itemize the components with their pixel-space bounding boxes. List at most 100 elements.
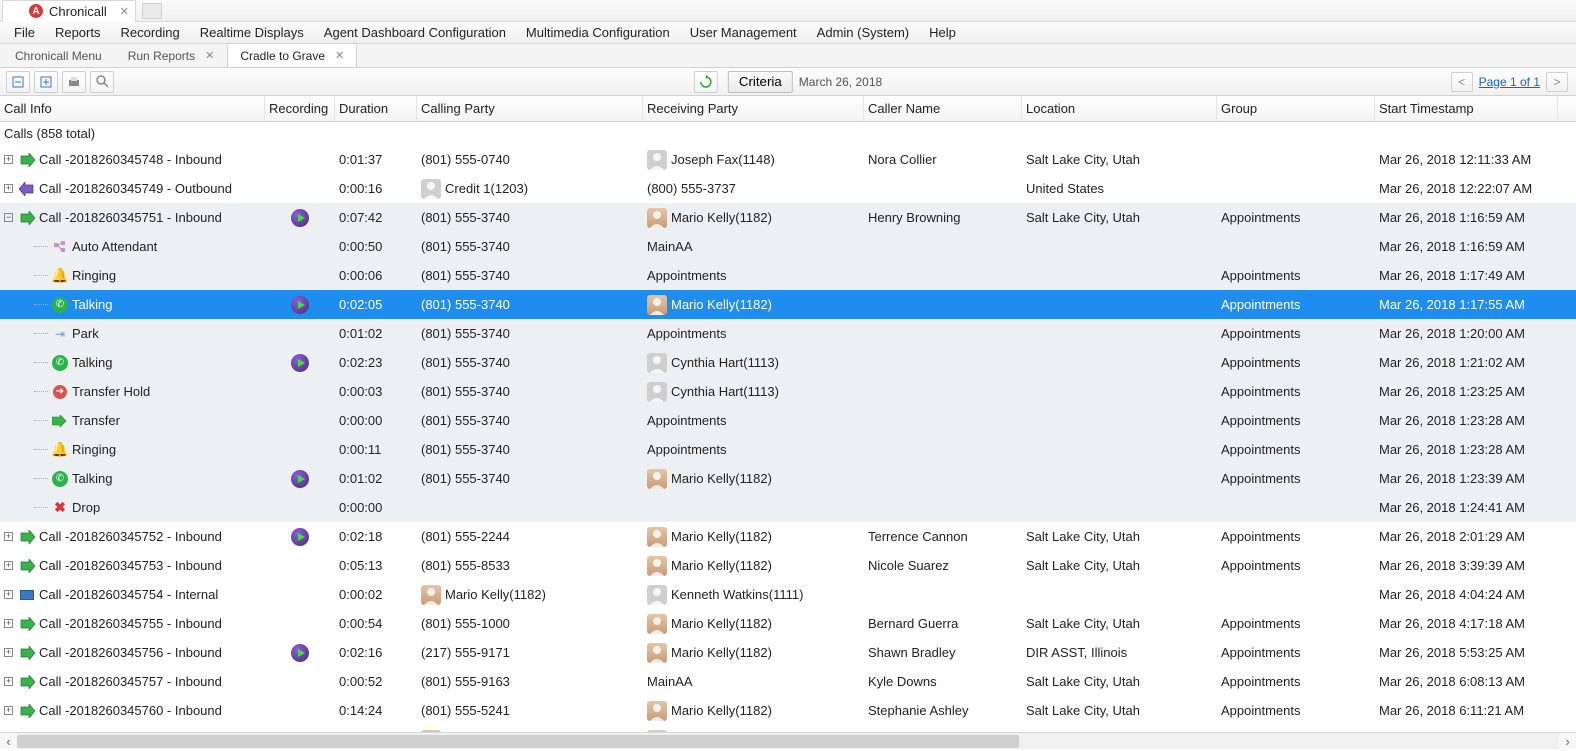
document-tab[interactable]: Chronicall Menu [2, 43, 115, 67]
scroll-thumb[interactable] [17, 735, 1019, 748]
timestamp-value: Mar 26, 2018 1:16:59 AM [1379, 239, 1525, 254]
duration-value: 0:01:02 [339, 326, 382, 341]
event-row[interactable]: 🔔Ringing0:00:06(801) 555-3740Appointment… [0, 261, 1576, 290]
call-row[interactable]: +Call -2018260345757 - Inbound0:00:52(80… [0, 667, 1576, 696]
timestamp-value: Mar 26, 2018 1:20:00 AM [1379, 326, 1525, 341]
calling-party-value: (801) 555-9163 [421, 674, 510, 689]
play-recording-button[interactable] [291, 644, 309, 662]
column-header[interactable]: Call Info [0, 96, 265, 121]
duration-value: 0:00:11 [339, 442, 381, 457]
column-header[interactable]: Duration [335, 96, 417, 121]
timestamp-value: Mar 26, 2018 1:23:28 AM [1379, 413, 1525, 428]
expand-toggle[interactable]: + [4, 590, 13, 599]
expand-toggle[interactable]: + [4, 619, 13, 628]
menu-item[interactable]: Help [919, 25, 966, 40]
app-title: Chronicall [49, 4, 107, 19]
expand-toggle[interactable]: + [4, 155, 13, 164]
call-row[interactable]: +Call -2018260345755 - Inbound0:00:54(80… [0, 609, 1576, 638]
column-header[interactable]: Location [1022, 96, 1217, 121]
scroll-left-icon[interactable]: ‹ [0, 733, 17, 750]
print-button[interactable] [62, 71, 86, 93]
menu-item[interactable]: Agent Dashboard Configuration [314, 25, 516, 40]
call-info-label: Call -2018260345748 - Inbound [39, 152, 222, 167]
call-row[interactable]: +Call -2018260345752 - Inbound0:02:18(80… [0, 522, 1576, 551]
page-indicator[interactable]: Page 1 of 1 [1479, 75, 1540, 89]
call-row[interactable]: +Call -2018260345748 - Inbound0:01:37(80… [0, 145, 1576, 174]
column-header[interactable]: Caller Name [864, 96, 1022, 121]
call-row[interactable]: +Call -2018260345754 - Internal0:00:02Ma… [0, 580, 1576, 609]
expand-toggle[interactable]: + [4, 677, 13, 686]
outbound-icon [19, 181, 35, 197]
scroll-right-icon[interactable]: › [1559, 733, 1576, 750]
next-page-button[interactable]: > [1546, 72, 1568, 92]
scroll-track[interactable] [17, 733, 1559, 750]
document-tab[interactable]: Cradle to Grave✕ [227, 43, 357, 67]
location-value: Salt Lake City, Utah [1026, 703, 1140, 718]
call-row[interactable]: +Call -2018260345756 - Inbound0:02:16(21… [0, 638, 1576, 667]
menu-item[interactable]: Realtime Displays [190, 25, 314, 40]
play-recording-button[interactable] [291, 354, 309, 372]
event-row[interactable]: ✆Talking0:02:23(801) 555-3740Cynthia Har… [0, 348, 1576, 377]
event-row[interactable]: ➔Transfer Hold0:00:03(801) 555-3740Cynth… [0, 377, 1576, 406]
menu-item[interactable]: Recording [110, 25, 189, 40]
timestamp-value: Mar 26, 2018 5:53:25 AM [1379, 645, 1525, 660]
event-row[interactable]: Transfer0:00:00(801) 555-3740Appointment… [0, 406, 1576, 435]
call-row[interactable]: +Call -2018260345760 - Inbound0:14:24(80… [0, 696, 1576, 725]
menu-item[interactable]: File [4, 25, 45, 40]
app-tab[interactable]: A Chronicall ✕ [2, 0, 136, 22]
search-button[interactable] [90, 71, 114, 93]
group-value: Appointments [1221, 674, 1301, 689]
expand-toggle[interactable]: + [4, 532, 13, 541]
generic-avatar-icon [647, 353, 667, 373]
event-row[interactable]: ✖Drop0:00:00Mar 26, 2018 1:24:41 AM [0, 493, 1576, 522]
horizontal-scrollbar[interactable]: ‹ › [0, 732, 1576, 749]
call-info-label: Auto Attendant [72, 239, 157, 254]
menu-item[interactable]: Admin (System) [807, 25, 919, 40]
criteria-button[interactable]: Criteria [728, 71, 793, 93]
column-header[interactable]: Recording [265, 96, 335, 121]
generic-avatar-icon [647, 382, 667, 402]
column-header[interactable]: Group [1217, 96, 1375, 121]
expand-toggle[interactable]: − [4, 213, 13, 222]
play-recording-button[interactable] [291, 209, 309, 227]
talking-icon: ✆ [52, 297, 68, 313]
play-recording-button[interactable] [291, 296, 309, 314]
menu-item[interactable]: User Management [680, 25, 807, 40]
new-tab-button[interactable] [142, 3, 162, 19]
calling-party-value: (801) 555-3740 [421, 268, 510, 283]
event-row[interactable]: Auto Attendant0:00:50(801) 555-3740MainA… [0, 232, 1576, 261]
call-row[interactable]: −Call -2018260345751 - Inbound0:07:42(80… [0, 203, 1576, 232]
close-icon[interactable]: ✕ [205, 49, 214, 62]
close-icon[interactable]: ✕ [120, 5, 129, 18]
prev-page-button[interactable]: < [1451, 72, 1473, 92]
event-row[interactable]: 🔔Ringing0:00:11(801) 555-3740Appointment… [0, 435, 1576, 464]
expand-toggle[interactable]: + [4, 561, 13, 570]
column-header[interactable]: Calling Party [417, 96, 643, 121]
expand-toggle[interactable]: + [4, 706, 13, 715]
collapse-all-button[interactable] [6, 71, 30, 93]
expand-toggle[interactable]: + [4, 648, 13, 657]
event-row[interactable]: ✆Talking0:01:02(801) 555-3740Mario Kelly… [0, 464, 1576, 493]
duration-value: 0:00:02 [339, 587, 382, 602]
column-header[interactable]: Receiving Party [643, 96, 864, 121]
close-icon[interactable]: ✕ [335, 49, 344, 62]
play-recording-button[interactable] [291, 528, 309, 546]
calling-party-value: (801) 555-3740 [421, 210, 510, 225]
event-row[interactable]: ✆Talking0:02:05(801) 555-3740Mario Kelly… [0, 290, 1576, 319]
menu-item[interactable]: Reports [45, 25, 111, 40]
call-row[interactable]: +Call -2018260345753 - Inbound0:05:13(80… [0, 551, 1576, 580]
call-row[interactable]: +Call -2018260345749 - Outbound0:00:16Cr… [0, 174, 1576, 203]
document-tab[interactable]: Run Reports✕ [115, 43, 228, 67]
play-recording-button[interactable] [291, 470, 309, 488]
rows-scroll[interactable]: Calls (858 total)+Call -2018260345748 - … [0, 122, 1576, 749]
expand-all-button[interactable] [34, 71, 58, 93]
caller-name-value: Nicole Suarez [868, 558, 949, 573]
menu-item[interactable]: Multimedia Configuration [516, 25, 680, 40]
calling-party-value: (801) 555-3740 [421, 442, 510, 457]
column-header[interactable]: Start Timestamp [1375, 96, 1558, 121]
call-info-label: Drop [72, 500, 100, 515]
expand-toggle[interactable]: + [4, 184, 13, 193]
event-row[interactable]: ⇥Park0:01:02(801) 555-3740AppointmentsAp… [0, 319, 1576, 348]
refresh-button[interactable] [694, 71, 718, 93]
calling-party-value: (801) 555-3740 [421, 413, 510, 428]
